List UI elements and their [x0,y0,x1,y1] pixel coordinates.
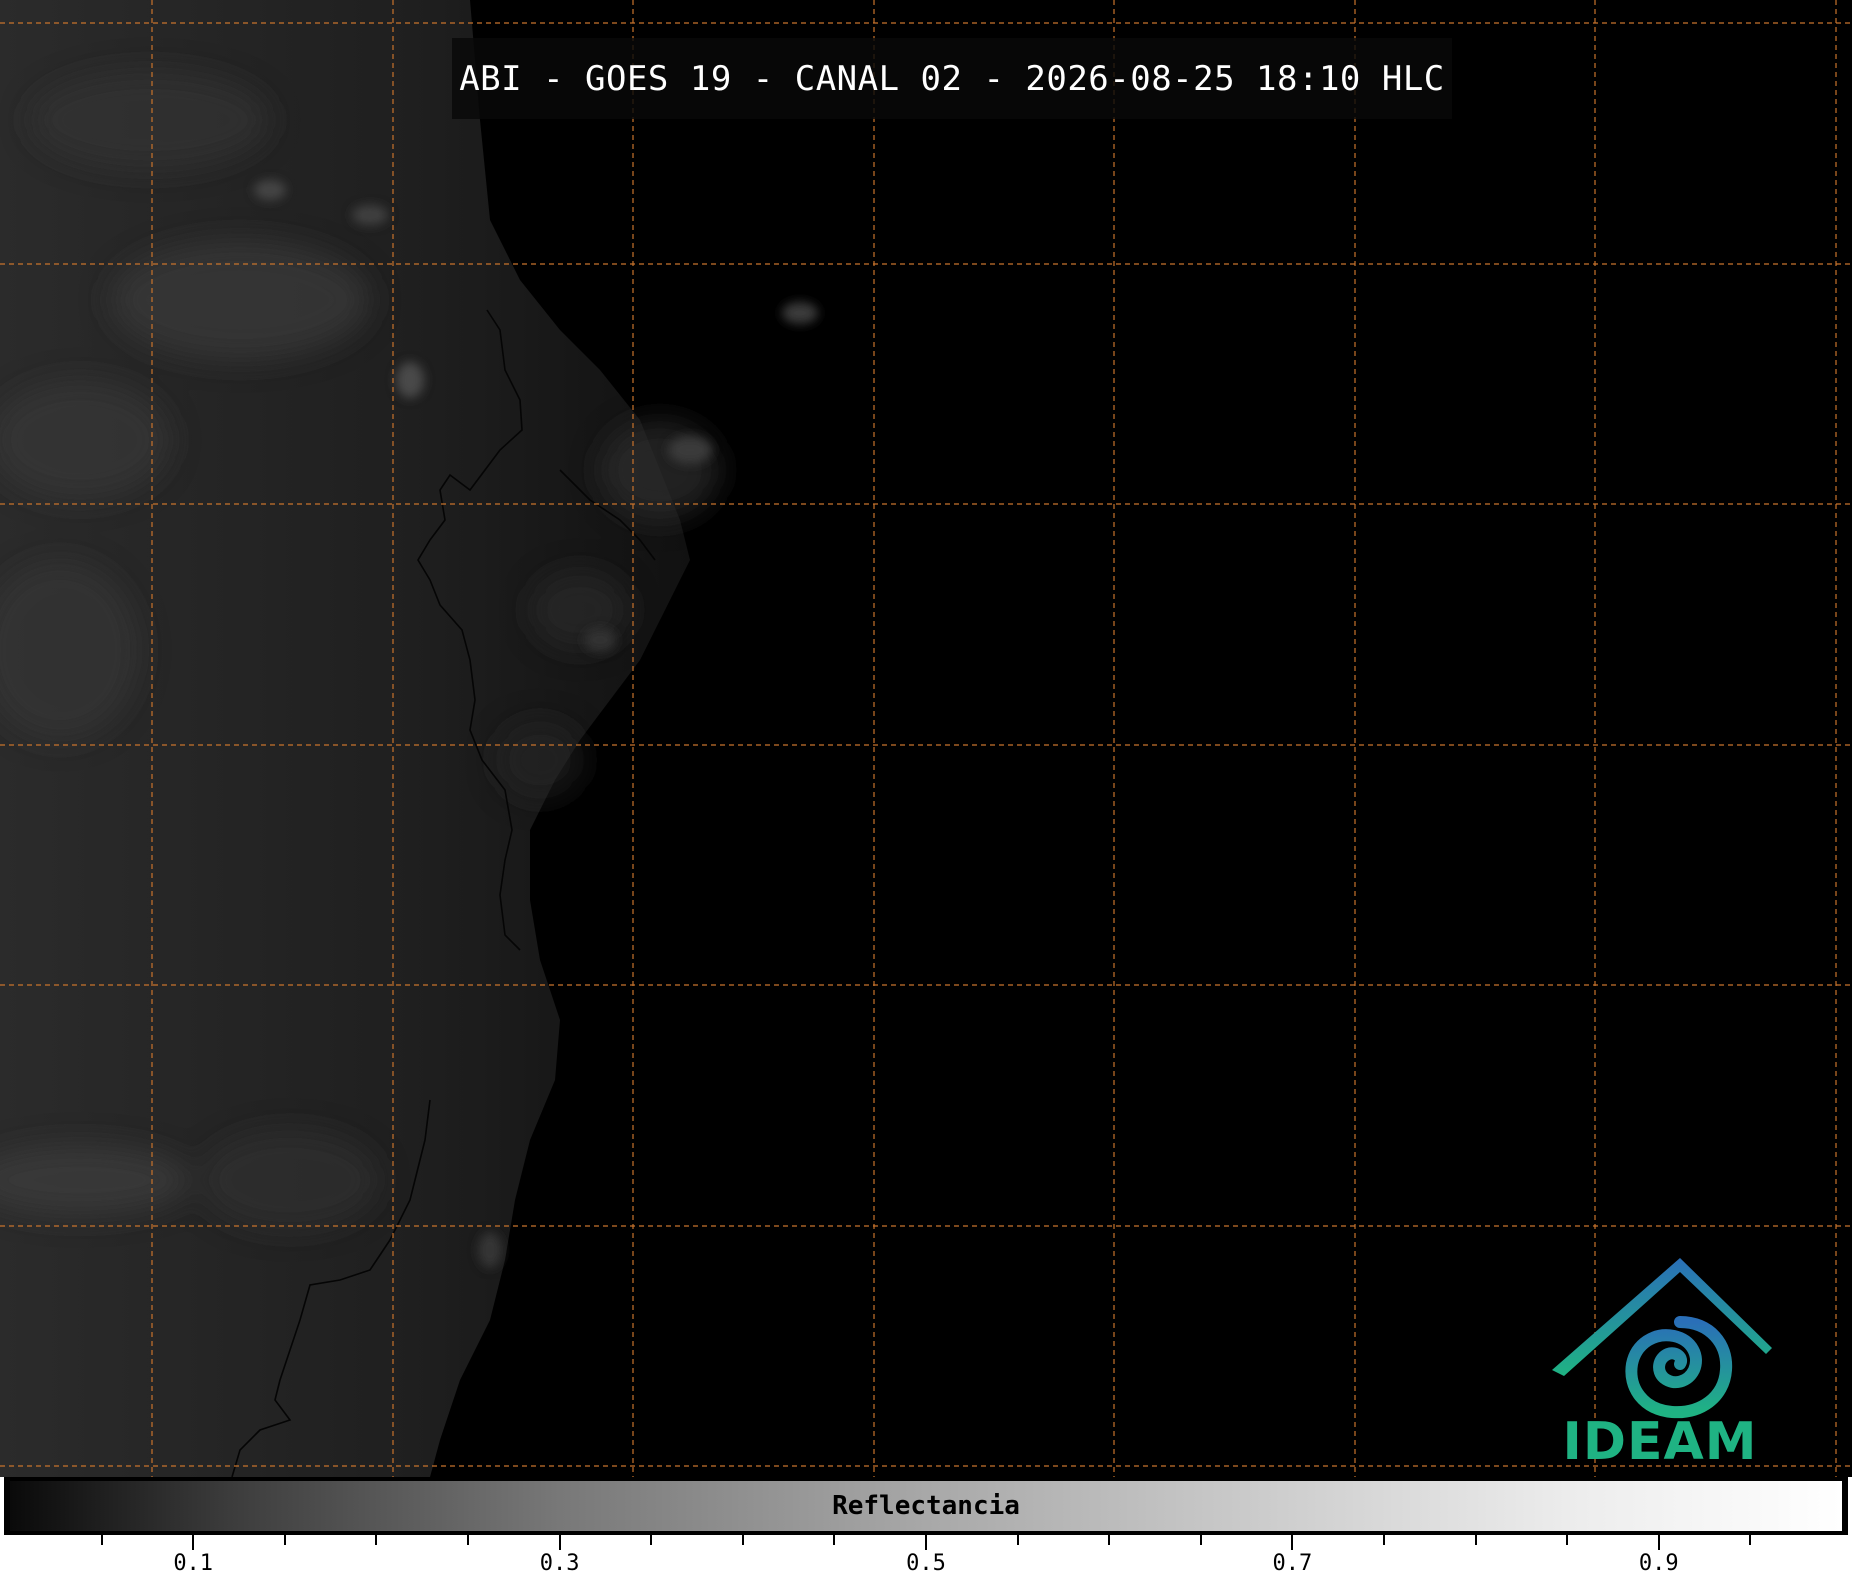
logo-spiral [1625,1316,1733,1419]
cloud-patch [600,420,720,520]
cloud-patch [30,70,270,170]
cloud-cell [254,180,286,200]
colorbar-minor-tick [375,1535,378,1545]
cloud-patch [495,720,585,800]
colorbar-tick-label: 0.7 [1272,1551,1313,1576]
colorbar-minor-tick [833,1535,836,1545]
colorbar-axis: 0.1 0.3 0.5 0.7 0.9 [0,1535,1852,1577]
colorbar-minor-tick [1108,1535,1111,1545]
cloud-cell [396,362,424,398]
colorbar-major-tick [1657,1535,1660,1550]
satellite-image-page: ABI - GOES 19 - CANAL 02 - 2026-08-25 18… [0,0,1852,1577]
colorbar: Reflectancia [4,1477,1848,1535]
cloud-cell [352,205,388,225]
colorbar-tick-label: 0.9 [1638,1551,1679,1576]
cloud-cell [668,436,712,464]
colorbar-tick-label: 0.5 [906,1551,946,1576]
colorbar-minor-tick [741,1535,744,1545]
colorbar-minor-tick [467,1535,469,1545]
colorbar-minor-tick [1016,1535,1019,1545]
colorbar-tick-label: 0.3 [539,1551,580,1576]
colorbar-minor-tick [283,1535,286,1545]
image-title: ABI - GOES 19 - CANAL 02 - 2026-08-25 18… [452,38,1452,119]
colorbar-minor-tick [1474,1535,1477,1545]
colorbar-gradient: Reflectancia [10,1481,1842,1531]
colorbar-major-tick [192,1535,195,1550]
logo-text: IDEAM [1562,1412,1758,1472]
colorbar-minor-tick [1383,1535,1385,1545]
colorbar-minor-tick [1749,1535,1752,1545]
colorbar-major-tick [925,1535,927,1550]
ideam-logo: IDEAM [1540,1252,1780,1476]
colorbar-major-tick [558,1535,561,1550]
colorbar-minor-tick [650,1535,653,1545]
cloud-cell [782,302,818,324]
colorbar-minor-tick [100,1535,103,1545]
colorbar-major-tick [1291,1535,1294,1550]
cloud-cell [478,1232,502,1268]
colorbar-label: Reflectancia [832,1491,1020,1521]
cloud-patch [200,1130,380,1230]
cloud-patch [110,240,370,360]
colorbar-tick-label: 0.1 [173,1551,214,1576]
colorbar-minor-tick [1566,1535,1569,1545]
cloud-cell [584,628,616,652]
colorbar-minor-tick [1199,1535,1202,1545]
ideam-spiral-roof-icon [1552,1258,1772,1419]
